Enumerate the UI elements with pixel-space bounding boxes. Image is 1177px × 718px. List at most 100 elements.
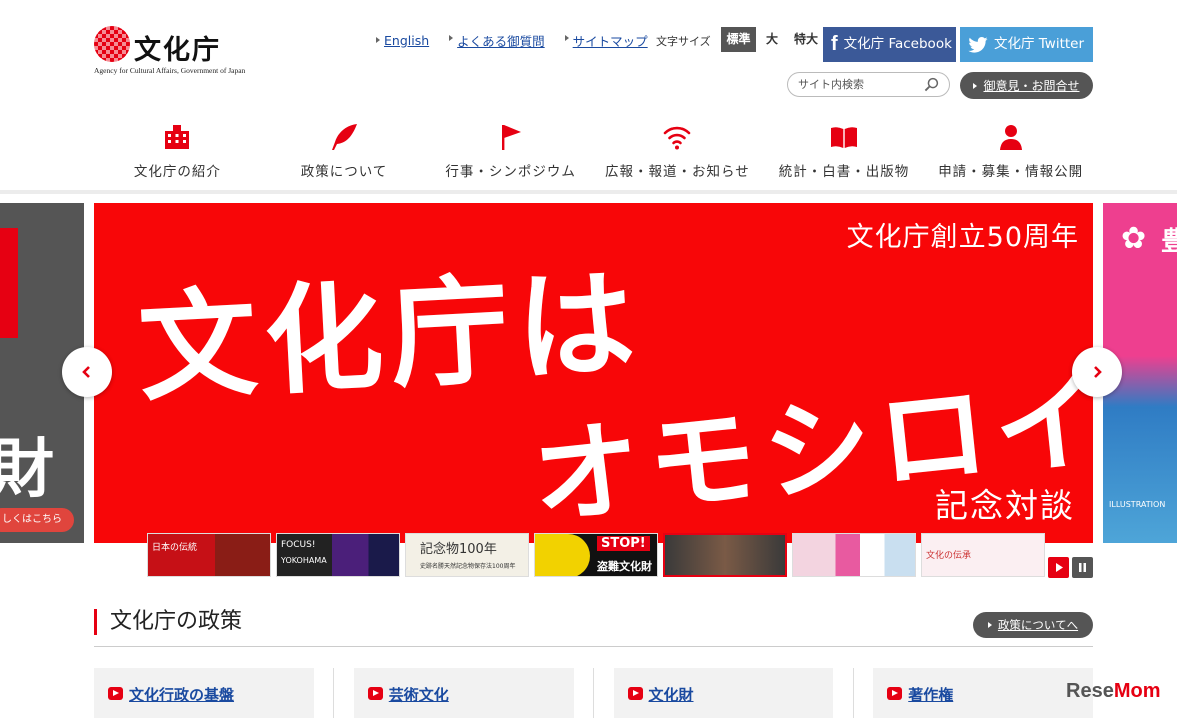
nav-label: 申請・募集・情報公開 [938,164,1084,180]
slide-thumbnail-active[interactable] [663,533,787,577]
policy-card[interactable]: 文化行政の基盤 [94,668,314,718]
policy-card-label: 著作権 [908,686,954,704]
thumbnail-title: 日本の伝統 [152,543,198,553]
slide-peek-kanji: 豊 [1161,227,1177,257]
twitter-button[interactable]: 文化庁 Twitter [960,27,1093,62]
policy-more-label: 政策についてへ [997,618,1079,632]
card-divider [853,668,854,718]
policy-card-label: 文化財 [648,686,694,704]
global-nav: 文化庁の紹介 政策について 行事・シンポジウム 広報・報道・お知らせ 統計・白書… [94,120,1094,184]
facebook-label: 文化庁 Facebook [843,36,952,52]
flower-icon: ✿ [1121,221,1147,256]
nav-label: 政策について [300,164,388,180]
watermark-logo: ReseMom [1066,680,1160,703]
twitter-label: 文化庁 Twitter [994,36,1085,52]
policy-card[interactable]: 文化財 [613,668,834,718]
english-link[interactable]: English [376,33,429,48]
site-search [787,72,950,97]
book-icon [831,127,858,148]
arrow-right-icon [973,82,978,89]
policy-card-label: 芸術文化 [388,686,449,704]
slide-subcaption: 記念対談 [935,486,1075,525]
twitter-icon [968,36,988,53]
chevron-right-icon [1094,366,1102,378]
faq-link[interactable]: よくある御質問 [449,31,545,50]
font-size-standard-button[interactable]: 標準 [721,27,756,52]
slide-thumbnail[interactable]: STOP! 盗難文化財 [534,533,658,577]
sitemap-link[interactable]: サイトマップ [564,31,648,50]
thumbnail-subtitle: 史跡名勝天然記念物保存法100周年 [420,563,516,570]
slider-play-button[interactable] [1048,557,1069,578]
slide-caption: 文化庁創立50周年 [846,222,1079,253]
card-divider [333,668,334,718]
chevron-left-icon [82,366,90,378]
slide-peek-text: ILLUSTRATION [1109,500,1166,509]
slide-peek-cta: しくはこちら [0,508,74,532]
nav-item-policy[interactable]: 政策について [261,120,428,184]
nav-item-about[interactable]: 文化庁の紹介 [94,120,261,184]
thumbnail-title: 記念物100年 [420,542,497,557]
thumbnail-title: 文化の伝承 [926,551,972,561]
slide-thumbnail[interactable]: FOCUS! YOKOHAMA [276,533,400,577]
facebook-icon: f [831,33,838,55]
section-divider [94,646,1093,647]
nav-label: 広報・報道・お知らせ [604,164,750,180]
slide-thumbnail[interactable]: 文化の伝承 [921,533,1045,577]
contact-button[interactable]: 御意見・お問合せ [960,72,1093,99]
thumbnail-art [535,534,590,576]
logo-mark-icon [94,26,130,62]
nav-label: 行事・シンポジウム [445,164,576,180]
policy-card[interactable]: 芸術文化 [353,668,574,718]
slide-thumbnail[interactable] [792,533,916,577]
nav-label: 統計・白書・出版物 [778,164,910,180]
pause-icon [1079,563,1086,572]
slider-prev-button[interactable] [62,347,112,397]
thumbnail-title: FOCUS! [281,540,316,550]
slider-pause-button[interactable] [1072,557,1093,578]
slide-thumbnail[interactable]: 日本の伝統 [147,533,271,577]
nav-item-statistics[interactable]: 統計・白書・出版物 [761,120,928,184]
policy-more-button[interactable]: 政策についてへ [973,612,1093,638]
flag-icon [501,125,521,150]
logo-english: Agency for Cultural Affairs, Government … [94,66,246,75]
slide-accent-bar [0,228,18,338]
feather-icon [332,124,357,150]
site-logo[interactable]: 文化庁 Agency for Cultural Affairs, Governm… [94,26,246,78]
play-icon [887,687,903,700]
thumbnail-subtitle: 盗難文化財 [597,560,652,573]
play-icon [108,687,123,700]
facebook-button[interactable]: f 文化庁 Facebook [823,27,956,62]
play-icon [367,687,383,700]
search-input[interactable] [798,73,923,96]
slider-next-button[interactable] [1072,347,1122,397]
slide-current[interactable]: 文化庁創立50周年 文化庁は オモシロイ。 記念対談 [94,203,1093,543]
policy-card-label: 文化行政の基盤 [129,686,235,704]
card-divider [593,668,594,718]
utility-links: English よくある御質問 サイトマップ [376,31,668,50]
policy-section-title: 文化庁の政策 [94,609,242,635]
watermark-text-accent: Mom [1113,680,1161,702]
arrow-right-icon [987,622,992,628]
nav-item-news[interactable]: 広報・報道・お知らせ [594,120,761,184]
thumbnail-title: STOP! [597,536,650,551]
nav-item-events[interactable]: 行事・シンポジウム [427,120,594,184]
policy-card[interactable]: 著作権 [873,668,1093,718]
font-size-label: 文字サイズ [656,35,711,48]
building-icon [165,125,190,149]
wifi-icon [664,126,691,150]
slider-thumbnails: 日本の伝統 FOCUS! YOKOHAMA 記念物100年 史跡名勝天然記念物保… [147,533,1050,577]
nav-label: 文化庁の紹介 [133,164,221,180]
slide-peek-glyph: 財 [0,433,54,507]
slide-thumbnail[interactable]: 記念物100年 史跡名勝天然記念物保存法100周年 [405,533,529,577]
font-size-xlarge-button[interactable]: 特大 [790,27,822,52]
logo-name: 文化庁 [134,35,221,66]
play-icon [627,687,643,700]
contact-label: 御意見・お問合せ [983,79,1080,93]
nav-item-applications[interactable]: 申請・募集・情報公開 [927,120,1094,184]
person-icon [999,125,1022,150]
font-size-large-button[interactable]: 大 [760,27,784,52]
watermark-text: Rese [1066,680,1114,702]
thumbnail-subtitle: YOKOHAMA [281,556,327,565]
play-icon [1056,563,1063,572]
search-icon[interactable] [924,77,939,92]
